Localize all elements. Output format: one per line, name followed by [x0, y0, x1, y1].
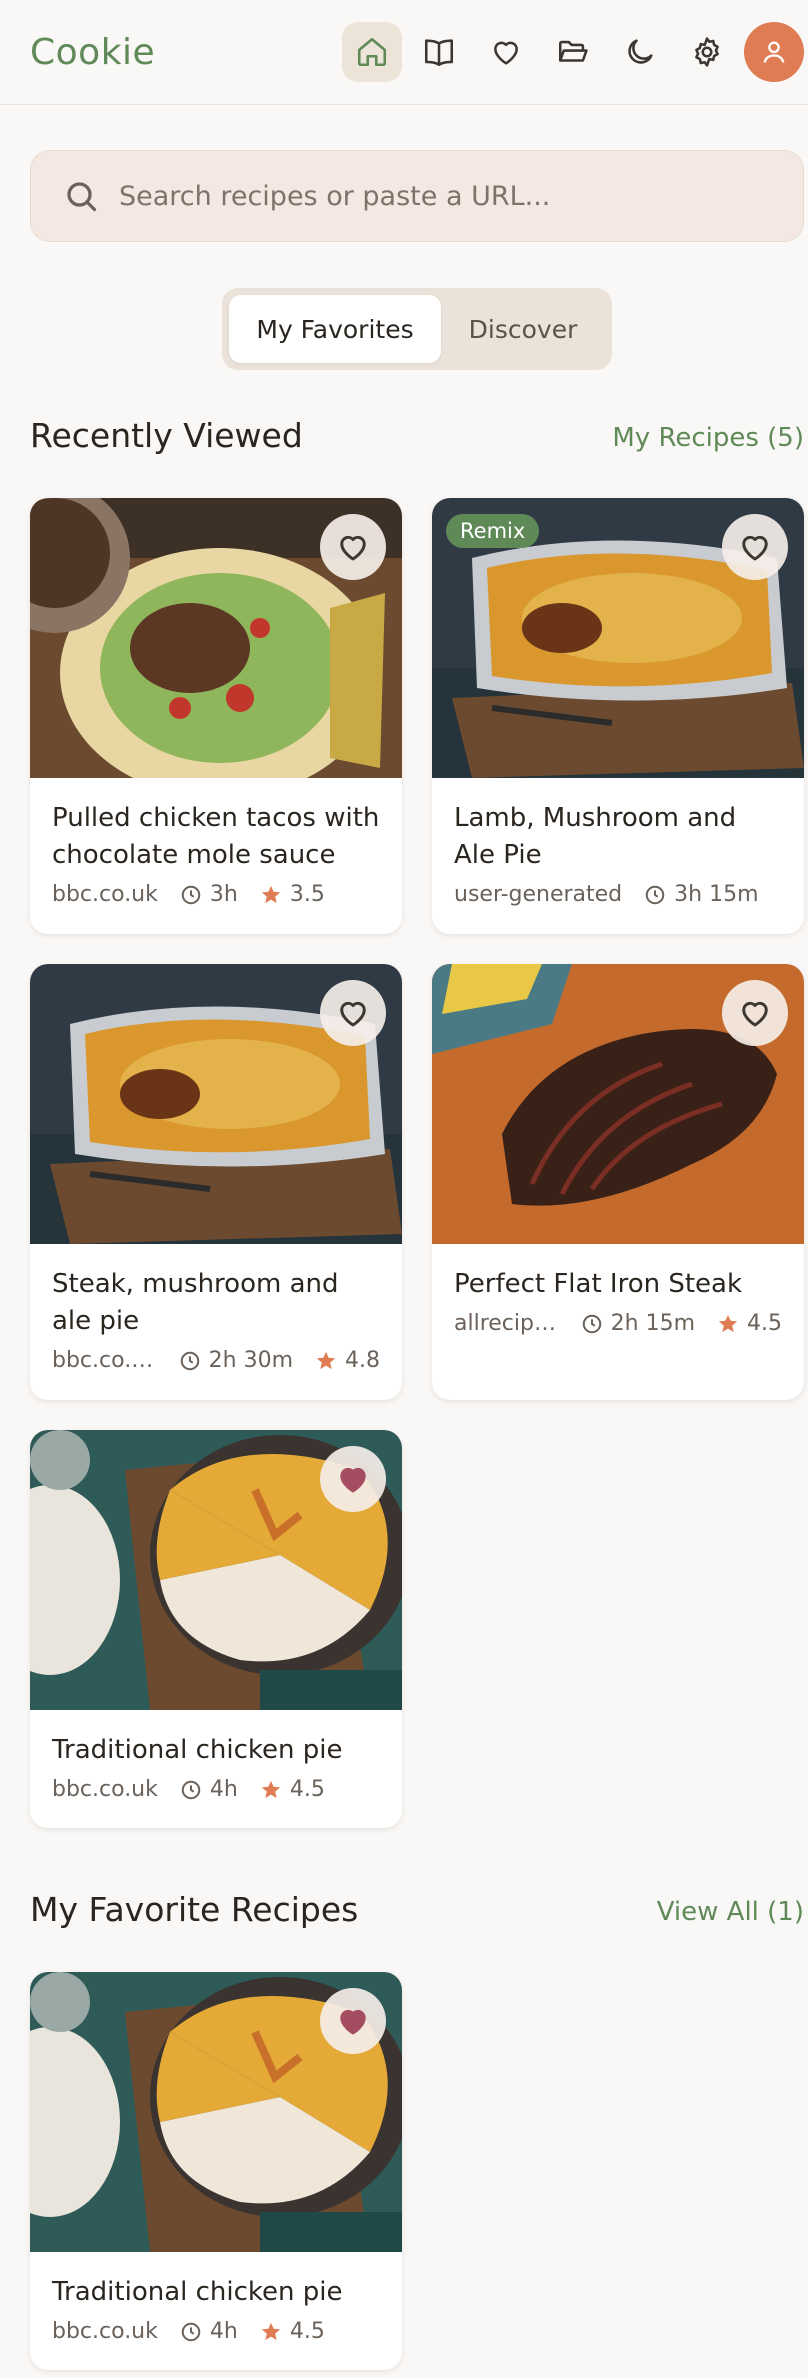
recipe-image [30, 1972, 402, 2252]
top-nav [342, 22, 804, 82]
theme-toggle-button[interactable] [610, 22, 670, 82]
recipe-time: 3h 15m [674, 882, 759, 907]
recipe-rating: 4.5 [289, 2319, 325, 2344]
star-icon [261, 1780, 280, 1798]
heart-icon [742, 535, 768, 561]
recipe-image [432, 964, 804, 1244]
user-avatar-button[interactable] [744, 22, 804, 82]
recipe-card[interactable]: Traditional chicken pie bbc.co.uk 4h 4.5 [30, 1430, 402, 1828]
favorite-toggle[interactable] [320, 1446, 386, 1512]
recipe-title: Pulled chicken tacos with chocolate mole… [52, 803, 380, 870]
recipe-title: Lamb, Mushroom and Ale Pie [454, 803, 737, 870]
recipe-rating: 4.8 [345, 1348, 380, 1373]
recipe-source: bbc.co.uk [52, 1348, 157, 1373]
moon-icon [628, 39, 653, 64]
recipe-time: 3h [209, 882, 238, 907]
favorite-toggle[interactable] [722, 514, 788, 580]
recipe-source: user-generated [454, 882, 623, 907]
recently-viewed-heading: Recently Viewed [30, 416, 303, 455]
heart-filled-icon [340, 2009, 366, 2035]
brand-logo[interactable]: Cookie [30, 32, 155, 73]
search-input[interactable] [119, 180, 759, 212]
favorite-toggle[interactable] [320, 980, 386, 1046]
heart-icon [340, 535, 366, 561]
search-bar [30, 150, 804, 242]
search-icon [67, 182, 97, 212]
recipe-image [30, 964, 402, 1244]
recipe-title: Steak, mushroom and ale pie [52, 1269, 339, 1336]
clock-icon [180, 1351, 199, 1370]
recipe-card[interactable]: Traditional chicken pie bbc.co.uk 4h 4.5 [30, 1972, 402, 2370]
folder-icon [558, 40, 588, 62]
favorite-recipes-heading: My Favorite Recipes [30, 1890, 359, 1929]
star-icon [261, 2322, 280, 2340]
recipe-card[interactable]: Steak, mushroom and ale pie bbc.co.uk 2h… [30, 964, 402, 1400]
heart-icon [340, 1001, 366, 1027]
clock-icon [582, 1314, 601, 1333]
clock-icon [181, 2322, 201, 2341]
favorite-toggle[interactable] [722, 980, 788, 1046]
recipe-time: 2h 15m [610, 1311, 695, 1336]
heart-icon [494, 41, 518, 65]
favorites-button[interactable] [476, 22, 536, 82]
recipe-image [30, 1430, 402, 1710]
clock-icon [181, 1780, 201, 1799]
app-header: Cookie [0, 0, 808, 105]
recipe-rating: 3.5 [289, 882, 325, 907]
recipe-time: 4h [209, 1777, 238, 1802]
book-icon [424, 39, 454, 67]
home-icon [357, 37, 387, 67]
favorite-toggle[interactable] [320, 1988, 386, 2054]
heart-icon [742, 1001, 768, 1027]
gear-icon [695, 37, 719, 67]
clock-icon [645, 885, 665, 904]
recipe-source: allrecipe… [454, 1311, 559, 1336]
recipe-image [30, 498, 402, 778]
recipe-card[interactable]: Perfect Flat Iron Steak allrecipe… 2h 15… [432, 964, 804, 1400]
clock-icon [181, 885, 201, 904]
recipe-title: Traditional chicken pie [52, 2277, 343, 2307]
recipe-rating: 4.5 [289, 1777, 325, 1802]
recipe-source: bbc.co.uk [52, 1777, 158, 1802]
my-recipes-link[interactable]: My Recipes (5) [612, 423, 804, 453]
recipe-time: 2h 30m [208, 1348, 293, 1373]
collections-button[interactable] [543, 22, 603, 82]
recipes-button[interactable] [409, 22, 469, 82]
recipe-card[interactable]: Remix Lamb, Mushroom and Ale Pie user-ge… [432, 498, 804, 934]
recipe-title: Traditional chicken pie [52, 1735, 343, 1765]
view-tabs: My Favorites Discover [222, 288, 612, 370]
recipe-source: bbc.co.uk [52, 882, 158, 907]
remix-badge: Remix [446, 514, 540, 548]
heart-filled-icon [340, 1467, 366, 1493]
star-icon [261, 885, 280, 903]
tab-discover[interactable]: Discover [441, 295, 605, 363]
view-all-link[interactable]: View All (1) [657, 1897, 804, 1927]
home-button[interactable] [342, 22, 402, 82]
recipe-card[interactable]: Pulled chicken tacos with chocolate mole… [30, 498, 402, 934]
recipe-title: Perfect Flat Iron Steak [454, 1269, 743, 1299]
recipe-source: bbc.co.uk [52, 2319, 158, 2344]
recipe-rating: 4.5 [747, 1311, 782, 1336]
recipe-image: Remix [432, 498, 804, 778]
user-icon [763, 41, 785, 63]
favorite-toggle[interactable] [320, 514, 386, 580]
star-icon [316, 1351, 336, 1369]
recipe-time: 4h [209, 2319, 238, 2344]
tab-my-favorites[interactable]: My Favorites [229, 295, 441, 363]
star-icon [718, 1314, 738, 1332]
settings-button[interactable] [677, 22, 737, 82]
